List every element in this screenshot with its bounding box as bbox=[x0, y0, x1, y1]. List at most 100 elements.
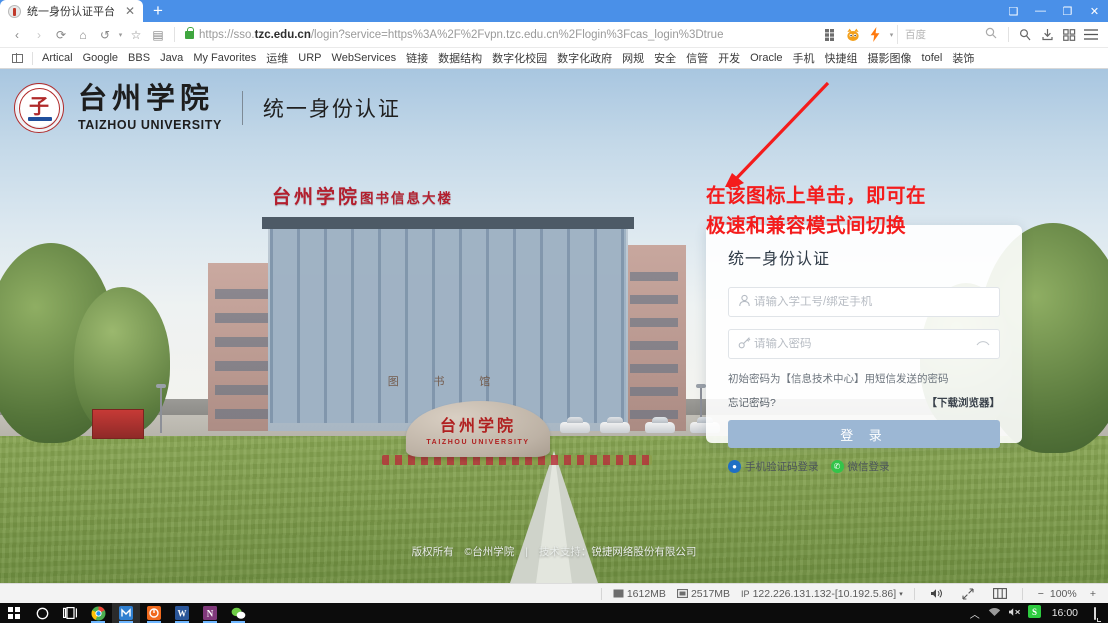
wechat-icon[interactable] bbox=[224, 603, 252, 623]
url-path: /login?service=https%3A%2F%2Fvpn.tzc.edu… bbox=[310, 28, 724, 41]
forward-icon[interactable]: › bbox=[28, 24, 50, 46]
bookmark-label: URP bbox=[298, 52, 322, 64]
memory-usage: 1612MB bbox=[613, 588, 666, 600]
split-view-icon[interactable] bbox=[989, 588, 1011, 599]
phone-code-login[interactable]: ● 手机验证码登录 bbox=[728, 459, 819, 474]
ip-label: IP bbox=[741, 588, 750, 599]
address-bar[interactable]: https://sso.tzc.edu.cn/login?service=htt… bbox=[180, 25, 820, 45]
login-button[interactable]: 登 录 bbox=[728, 420, 1000, 448]
zoom-in-button[interactable]: + bbox=[1086, 588, 1100, 600]
history-caret-icon[interactable]: ▾ bbox=[116, 24, 125, 46]
header-divider bbox=[241, 91, 243, 125]
minimize-button[interactable]: — bbox=[1027, 0, 1054, 22]
split-screen-icon[interactable]: ❑ bbox=[1000, 0, 1027, 22]
bookmarks-list: Artical▾Google▾BBS▾Java▾My Favorites▾运维▾… bbox=[37, 49, 979, 67]
footer-support: 技术支持：锐捷网络股份有限公司 bbox=[538, 546, 697, 558]
ip-caret-icon[interactable]: ▾ bbox=[899, 590, 903, 598]
username-field[interactable] bbox=[728, 287, 1000, 317]
download-icon[interactable] bbox=[1036, 24, 1058, 46]
360-browser-icon[interactable] bbox=[140, 603, 168, 623]
browser-window: 统一身份认证平台 ✕ + ❑ — ❐ ✕ ‹ › ⟳ ⌂ ↺ ▾ ☆ ▤ htt… bbox=[0, 0, 1108, 623]
alternate-login-methods: ● 手机验证码登录 ✆ 微信登录 bbox=[728, 459, 1000, 474]
svg-text:N: N bbox=[207, 608, 214, 618]
task-view-icon[interactable] bbox=[56, 603, 84, 623]
bookmark-item[interactable]: Java▾ bbox=[155, 49, 188, 67]
tray-expand-icon[interactable]: ︿ bbox=[965, 606, 985, 621]
account-icon[interactable] bbox=[1014, 24, 1036, 46]
page-content: 台州学院图书信息大楼 图 书 馆 台州学院 TAIZHOU UNIVERSITY… bbox=[0, 69, 1108, 583]
bookmark-star-icon[interactable]: ☆ bbox=[125, 24, 147, 46]
bookmark-item[interactable]: 摄影图像▾ bbox=[863, 49, 917, 67]
zoom-out-button[interactable]: − bbox=[1034, 588, 1048, 600]
bookmark-item[interactable]: BBS▾ bbox=[123, 49, 155, 67]
wechat-login[interactable]: ✆ 微信登录 bbox=[830, 459, 890, 474]
fullscreen-icon[interactable] bbox=[958, 587, 978, 600]
window-controls: ❑ — ❐ ✕ bbox=[1000, 0, 1108, 22]
bookmark-label: Artical bbox=[42, 52, 73, 64]
search-engine-box[interactable]: 百度 bbox=[897, 25, 979, 44]
mode-caret-icon[interactable]: ▾ bbox=[886, 24, 897, 46]
notification-center-icon[interactable] bbox=[1085, 606, 1105, 620]
download-browser-link[interactable]: 【下载浏览器】 bbox=[927, 395, 1001, 410]
zoom-level[interactable]: 100% bbox=[1050, 588, 1084, 600]
system-clock[interactable]: 16:00 bbox=[1045, 607, 1085, 619]
extensions-icon[interactable] bbox=[1058, 24, 1080, 46]
maximize-button[interactable]: ❐ bbox=[1054, 0, 1081, 22]
password-input[interactable] bbox=[754, 338, 976, 350]
word-icon[interactable]: W bbox=[168, 603, 196, 623]
bookmark-item[interactable]: WebServices▾ bbox=[327, 49, 402, 67]
chrome-icon[interactable] bbox=[84, 603, 112, 623]
username-input[interactable] bbox=[754, 296, 990, 308]
bookmark-item[interactable]: 链接▾ bbox=[401, 49, 433, 67]
wifi-icon[interactable] bbox=[985, 607, 1005, 620]
bookmark-item[interactable]: Artical▾ bbox=[37, 49, 78, 67]
bookmark-item[interactable]: 数字化政府▾ bbox=[552, 49, 617, 67]
reader-mode-icon[interactable]: ▤ bbox=[147, 24, 169, 46]
bookmark-item[interactable]: 信管▾ bbox=[681, 49, 713, 67]
bookmark-item[interactable]: URP▾ bbox=[293, 49, 326, 67]
hamburger-menu-icon[interactable] bbox=[1080, 24, 1102, 46]
bookmark-item[interactable]: 装饰▾ bbox=[947, 49, 979, 67]
reload-icon[interactable]: ⟳ bbox=[50, 24, 72, 46]
bookmark-item[interactable]: 安全▾ bbox=[649, 49, 681, 67]
bookmark-label: BBS bbox=[128, 52, 151, 64]
compatibility-mode-icon[interactable] bbox=[842, 24, 864, 46]
bookmark-item[interactable]: tofel▾ bbox=[917, 49, 948, 67]
new-tab-button[interactable]: + bbox=[143, 0, 173, 22]
lightning-speed-icon[interactable] bbox=[864, 24, 886, 46]
volume-muted-icon[interactable] bbox=[1005, 607, 1025, 620]
browser-tab[interactable]: 统一身份认证平台 ✕ bbox=[0, 0, 143, 22]
maxthon-browser-icon[interactable] bbox=[112, 603, 140, 623]
history-icon[interactable]: ↺ bbox=[94, 24, 116, 46]
bookmark-item[interactable]: 网规▾ bbox=[617, 49, 649, 67]
bookmark-item[interactable]: 手机▾ bbox=[788, 49, 820, 67]
windows-start-icon[interactable] bbox=[0, 603, 28, 623]
apps-grid-icon[interactable] bbox=[820, 24, 842, 46]
close-icon[interactable]: ✕ bbox=[123, 5, 137, 17]
search-icon[interactable] bbox=[979, 27, 1003, 42]
apps-shortcut-icon[interactable] bbox=[8, 49, 26, 67]
stone-marker-cn: 台州学院 bbox=[439, 417, 516, 435]
bookmark-item[interactable]: 快捷组▾ bbox=[820, 49, 863, 67]
bookmark-item[interactable]: 开发▾ bbox=[713, 49, 745, 67]
bookmark-label: Java bbox=[160, 52, 184, 64]
ip-address[interactable]: IP 122.226.131.132-[10.192.5.86] ▾ bbox=[741, 588, 903, 600]
bookmark-item[interactable]: My Favorites▾ bbox=[188, 49, 261, 67]
sogou-ime-icon[interactable]: S bbox=[1025, 605, 1045, 621]
bookmark-label: 链接 bbox=[406, 53, 429, 65]
bookmark-item[interactable]: 数字化校园▾ bbox=[487, 49, 552, 67]
memory-icon bbox=[613, 589, 624, 598]
password-field[interactable] bbox=[728, 329, 1000, 359]
bookmark-item[interactable]: Google▾ bbox=[78, 49, 123, 67]
close-window-button[interactable]: ✕ bbox=[1081, 0, 1108, 22]
bookmark-item[interactable]: 运维▾ bbox=[261, 49, 293, 67]
speaker-icon[interactable] bbox=[926, 588, 947, 599]
cortana-search-icon[interactable] bbox=[28, 603, 56, 623]
bookmark-item[interactable]: Oracle▾ bbox=[745, 49, 787, 67]
eye-toggle-icon[interactable] bbox=[976, 338, 990, 350]
onenote-icon[interactable]: N bbox=[196, 603, 224, 623]
forgot-password-link[interactable]: 忘记密码? bbox=[728, 395, 776, 410]
back-icon[interactable]: ‹ bbox=[6, 24, 28, 46]
bookmark-item[interactable]: 数据结构▾ bbox=[433, 49, 487, 67]
home-icon[interactable]: ⌂ bbox=[72, 24, 94, 46]
